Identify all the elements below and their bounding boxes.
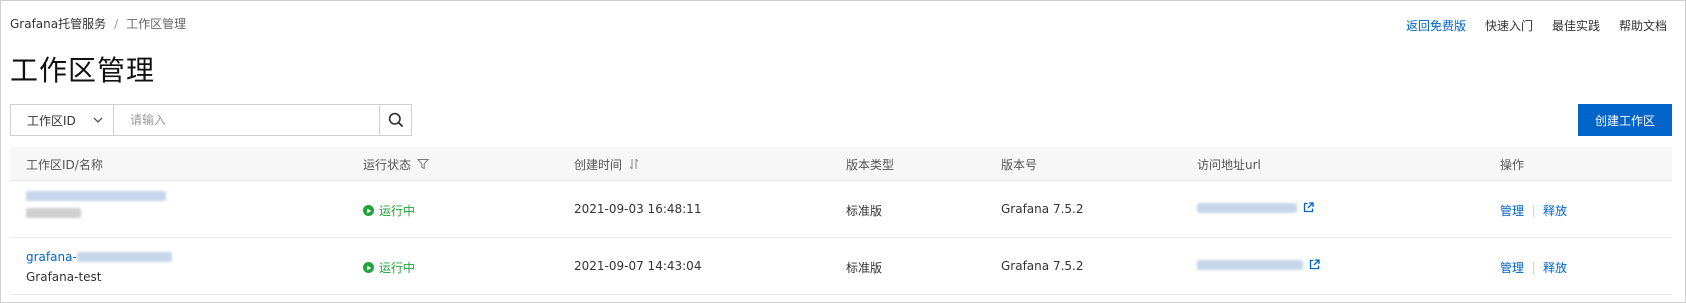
table-row: 运行中 2021-09-03 16:48:11 标准版 Grafana 7.5.… bbox=[10, 181, 1672, 238]
search-button[interactable] bbox=[379, 105, 411, 135]
row-actions: 管理 释放 bbox=[1500, 202, 1567, 219]
breadcrumb: Grafana托管服务 / 工作区管理 bbox=[10, 15, 186, 32]
search-input[interactable] bbox=[114, 105, 379, 135]
row-actions: 管理 释放 bbox=[1500, 259, 1567, 276]
search-icon bbox=[388, 112, 403, 128]
release-link[interactable]: 释放 bbox=[1543, 202, 1567, 219]
chevron-down-icon bbox=[93, 117, 103, 123]
status-cell: 运行中 bbox=[363, 259, 415, 276]
back-to-free-link[interactable]: 返回免费版 bbox=[1406, 17, 1466, 34]
quick-start-link[interactable]: 快速入门 bbox=[1485, 17, 1533, 34]
header-edition: 版本类型 bbox=[846, 157, 895, 172]
url-cell bbox=[1197, 202, 1314, 213]
header-status: 运行状态 bbox=[363, 147, 430, 181]
header-status-label: 运行状态 bbox=[363, 157, 412, 172]
workspace-id-link[interactable]: grafana- bbox=[26, 250, 172, 264]
release-link[interactable]: 释放 bbox=[1543, 259, 1567, 276]
version-cell: Grafana 7.5.2 bbox=[1001, 259, 1084, 273]
search-field-value: 工作区ID bbox=[27, 113, 76, 128]
page-title: 工作区管理 bbox=[10, 54, 156, 87]
filter-icon[interactable] bbox=[417, 158, 430, 170]
workspace-name: Grafana-test bbox=[26, 270, 102, 284]
redacted-id bbox=[26, 191, 166, 201]
manage-link[interactable]: 管理 bbox=[1500, 259, 1524, 276]
search-bar: 工作区ID bbox=[10, 104, 412, 136]
edition-cell: 标准版 bbox=[846, 204, 883, 218]
breadcrumb-separator: / bbox=[114, 16, 119, 31]
created-cell: 2021-09-07 14:43:04 bbox=[574, 259, 702, 273]
actions-cell: 管理 释放 bbox=[1500, 259, 1567, 276]
best-practices-link[interactable]: 最佳实践 bbox=[1552, 17, 1600, 34]
workspace-id-prefix: grafana- bbox=[26, 250, 77, 264]
manage-link[interactable]: 管理 bbox=[1500, 202, 1524, 219]
play-circle-icon bbox=[363, 205, 374, 216]
header-created: 创建时间 bbox=[574, 147, 640, 181]
redacted-url bbox=[1197, 202, 1297, 213]
workspace-id-cell: grafana- Grafana-test bbox=[26, 250, 172, 284]
page-frame: Grafana托管服务 / 工作区管理 返回免费版 快速入门 最佳实践 帮助文档… bbox=[0, 0, 1686, 303]
sort-icon[interactable] bbox=[628, 158, 640, 170]
workspace-id-link[interactable] bbox=[26, 191, 166, 201]
play-circle-icon bbox=[363, 262, 374, 273]
header-url: 访问地址url bbox=[1197, 157, 1261, 172]
redacted-url bbox=[1197, 259, 1303, 270]
help-docs-link[interactable]: 帮助文档 bbox=[1619, 17, 1667, 34]
breadcrumb-current: 工作区管理 bbox=[126, 17, 187, 31]
access-url-link[interactable] bbox=[1197, 259, 1320, 270]
external-link-icon[interactable] bbox=[1303, 202, 1314, 213]
redacted-id bbox=[76, 252, 172, 262]
table-header: 工作区ID/名称 运行状态 创建时间 版本类型 版本号 访问地址url 操作 bbox=[10, 147, 1672, 181]
created-cell: 2021-09-03 16:48:11 bbox=[574, 202, 702, 216]
version-cell: Grafana 7.5.2 bbox=[1001, 202, 1084, 216]
top-links: 返回免费版 快速入门 最佳实践 帮助文档 bbox=[1406, 17, 1667, 34]
action-divider bbox=[1533, 204, 1535, 217]
header-version: 版本号 bbox=[1001, 157, 1038, 172]
actions-cell: 管理 释放 bbox=[1500, 202, 1567, 219]
access-url-link[interactable] bbox=[1197, 202, 1314, 213]
status-text: 运行中 bbox=[379, 261, 416, 275]
status-text: 运行中 bbox=[379, 204, 416, 218]
workspace-table: 工作区ID/名称 运行状态 创建时间 版本类型 版本号 访问地址url 操作 运… bbox=[10, 147, 1672, 295]
header-id-name: 工作区ID/名称 bbox=[26, 157, 103, 172]
create-workspace-button[interactable]: 创建工作区 bbox=[1578, 104, 1672, 136]
status-badge: 运行中 bbox=[363, 259, 415, 276]
header-created-label: 创建时间 bbox=[574, 157, 623, 172]
action-divider bbox=[1533, 261, 1535, 274]
edition-cell: 标准版 bbox=[846, 261, 883, 275]
search-field-select[interactable]: 工作区ID bbox=[11, 105, 114, 135]
header-actions: 操作 bbox=[1500, 157, 1525, 172]
workspace-name bbox=[26, 207, 166, 221]
url-cell bbox=[1197, 259, 1320, 270]
table-row: grafana- Grafana-test 运行中 2021-09-07 14:… bbox=[10, 238, 1672, 295]
breadcrumb-root[interactable]: Grafana托管服务 bbox=[10, 15, 106, 32]
redacted-name bbox=[26, 208, 81, 218]
workspace-id-cell bbox=[26, 191, 166, 221]
status-cell: 运行中 bbox=[363, 202, 415, 219]
status-badge: 运行中 bbox=[363, 202, 415, 219]
external-link-icon[interactable] bbox=[1309, 259, 1320, 270]
